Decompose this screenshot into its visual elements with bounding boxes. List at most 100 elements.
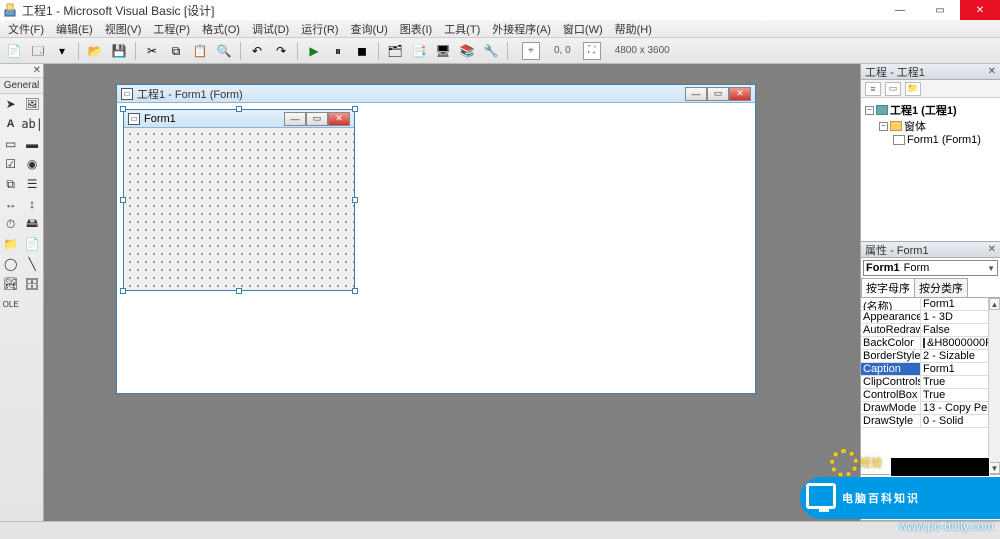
property-value[interactable]: True — [921, 376, 988, 388]
property-row[interactable]: AutoRedrawFalse — [861, 324, 988, 337]
property-value[interactable]: Form1 — [921, 298, 988, 310]
property-value[interactable]: 13 - Copy Pen — [921, 402, 988, 414]
drivelistbox-tool[interactable]: 🖴 — [21, 214, 43, 234]
property-row[interactable]: DrawStyle0 - Solid — [861, 415, 988, 428]
copy-button[interactable]: ⧉ — [166, 41, 186, 61]
properties-close-button[interactable]: ✕ — [988, 244, 996, 255]
form1-window[interactable]: ▭ Form1 — ▭ ✕ — [123, 109, 355, 291]
resize-handle-bc[interactable] — [236, 288, 242, 294]
frame-tool[interactable]: ▭ — [0, 134, 21, 154]
combobox-tool[interactable]: ⧉ — [0, 174, 21, 194]
paste-button[interactable]: 📋 — [190, 41, 210, 61]
form-selection[interactable]: ▭ Form1 — ▭ ✕ — [123, 109, 355, 291]
menu-editor-button[interactable]: ▾ — [52, 41, 72, 61]
commandbutton-tool[interactable]: ▬ — [21, 134, 43, 154]
open-button[interactable]: 📂 — [85, 41, 105, 61]
properties-window-button[interactable]: 📑 — [409, 41, 429, 61]
line-tool[interactable]: ╲ — [21, 254, 43, 274]
project-tree[interactable]: − 工程1 (工程1) − 窗体 Form1 (Form1) — [861, 98, 1000, 241]
property-row[interactable]: BorderStyle2 - Sizable — [861, 350, 988, 363]
menu-debug[interactable]: 调试(D) — [248, 21, 293, 37]
save-button[interactable]: 💾 — [109, 41, 129, 61]
form-designer-canvas[interactable]: ▭ Form1 — ▭ ✕ — [117, 103, 755, 393]
optionbutton-tool[interactable]: ◉ — [21, 154, 43, 174]
form1-titlebar[interactable]: ▭ Form1 — ▭ ✕ — [124, 110, 354, 128]
undo-button[interactable]: ↶ — [247, 41, 267, 61]
menu-view[interactable]: 视图(V) — [101, 21, 146, 37]
form-designer-window[interactable]: ▭ 工程1 - Form1 (Form) — ▭ ✕ ▭ Form1 — [116, 84, 756, 394]
object-browser-button[interactable]: 📚 — [457, 41, 477, 61]
form1-maximize-button[interactable]: ▭ — [306, 112, 328, 126]
menu-tools[interactable]: 工具(T) — [440, 21, 484, 37]
menu-project[interactable]: 工程(P) — [149, 21, 194, 37]
add-form-button[interactable]: 🗔 — [28, 41, 48, 61]
resize-handle-ml[interactable] — [120, 197, 126, 203]
resize-handle-tr[interactable] — [352, 106, 358, 112]
menu-run[interactable]: 运行(R) — [297, 21, 342, 37]
dirlistbox-tool[interactable]: 📁 — [0, 234, 21, 254]
property-row[interactable]: (名称)Form1 — [861, 298, 988, 311]
properties-header[interactable]: 属性 - Form1 ✕ — [861, 242, 1000, 258]
resize-handle-br[interactable] — [352, 288, 358, 294]
menu-format[interactable]: 格式(O) — [198, 21, 244, 37]
project-explorer-close-button[interactable]: ✕ — [988, 66, 996, 77]
properties-grid[interactable]: (名称)Form1Appearance1 - 3DAutoRedrawFalse… — [861, 298, 988, 474]
start-button[interactable]: ▶ — [304, 41, 324, 61]
object-combo[interactable]: Form1 Form ▼ — [863, 260, 998, 276]
data-tool[interactable]: 🗄 — [21, 274, 43, 294]
property-row[interactable]: ClipControlsTrue — [861, 376, 988, 389]
property-value[interactable]: 2 - Sizable — [921, 350, 988, 362]
property-value[interactable]: &H8000000F& — [921, 337, 988, 349]
scroll-up-button[interactable]: ▲ — [989, 298, 1000, 310]
tree-project-node[interactable]: − 工程1 (工程1) — [865, 102, 996, 118]
vscrollbar-tool[interactable]: ↕ — [21, 194, 43, 214]
property-value[interactable]: True — [921, 389, 988, 401]
minimize-button[interactable]: — — [880, 0, 920, 20]
properties-scrollbar[interactable]: ▲ ▼ — [988, 298, 1000, 474]
checkbox-tool[interactable]: ☑ — [0, 154, 21, 174]
end-button[interactable]: ◼ — [352, 41, 372, 61]
property-value[interactable]: Form1 — [921, 363, 988, 375]
filelistbox-tool[interactable]: 📄 — [21, 234, 43, 254]
property-row[interactable]: ControlBoxTrue — [861, 389, 988, 402]
resize-handle-mr[interactable] — [352, 197, 358, 203]
project-explorer-button[interactable]: 🗂 — [385, 41, 405, 61]
designer-minimize-button[interactable]: — — [685, 87, 707, 101]
maximize-button[interactable]: ▭ — [920, 0, 960, 20]
hscrollbar-tool[interactable]: ↔ — [0, 194, 21, 214]
tree-form-node[interactable]: Form1 (Form1) — [865, 134, 996, 146]
designer-maximize-button[interactable]: ▭ — [707, 87, 729, 101]
collapse-icon[interactable]: − — [879, 122, 888, 131]
property-row[interactable]: DrawMode13 - Copy Pen — [861, 402, 988, 415]
designer-close-button[interactable]: ✕ — [729, 87, 751, 101]
resize-handle-tc[interactable] — [236, 106, 242, 112]
property-row[interactable]: CaptionForm1 — [861, 363, 988, 376]
view-code-button[interactable]: ≡ — [865, 82, 881, 96]
form1-client-area[interactable] — [124, 128, 354, 290]
redo-button[interactable]: ↷ — [271, 41, 291, 61]
add-project-button[interactable]: 📄 — [4, 41, 24, 61]
toolbox-close-button[interactable]: ✕ — [33, 65, 41, 76]
resize-handle-tl[interactable] — [120, 106, 126, 112]
tab-categorized[interactable]: 按分类序 — [914, 278, 968, 297]
property-value[interactable]: False — [921, 324, 988, 336]
resize-handle-bl[interactable] — [120, 288, 126, 294]
cut-button[interactable]: ✂ — [142, 41, 162, 61]
label-tool[interactable]: A — [0, 114, 21, 134]
menu-query[interactable]: 查询(U) — [347, 21, 392, 37]
property-row[interactable]: BackColor&H8000000F& — [861, 337, 988, 350]
project-explorer-header[interactable]: 工程 - 工程1 ✕ — [861, 64, 1000, 80]
listbox-tool[interactable]: ☰ — [21, 174, 43, 194]
ole-tool[interactable]: OLE — [0, 294, 21, 314]
close-button[interactable]: ✕ — [960, 0, 1000, 20]
break-button[interactable]: ⏸ — [328, 41, 348, 61]
form-layout-button[interactable]: 🖥 — [433, 41, 453, 61]
pointer-tool[interactable]: ➤ — [0, 94, 21, 114]
tab-alphabetic[interactable]: 按字母序 — [861, 278, 915, 297]
scroll-down-button[interactable]: ▼ — [989, 462, 1000, 474]
menu-file[interactable]: 文件(F) — [4, 21, 48, 37]
menu-window[interactable]: 窗口(W) — [559, 21, 607, 37]
property-value[interactable]: 0 - Solid — [921, 415, 988, 427]
find-button[interactable]: 🔍 — [214, 41, 234, 61]
form1-minimize-button[interactable]: — — [284, 112, 306, 126]
